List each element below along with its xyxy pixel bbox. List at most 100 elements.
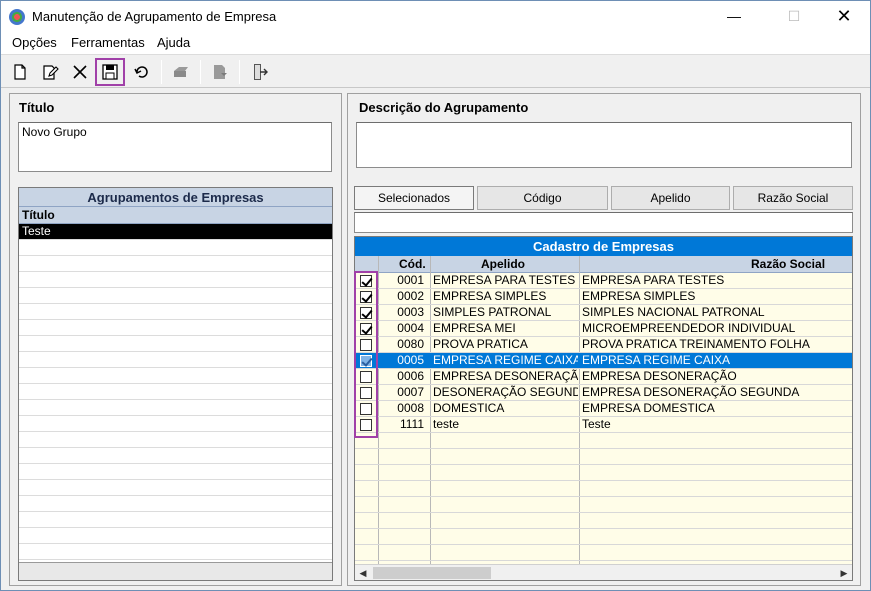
empty-row	[19, 448, 332, 464]
delete-icon	[73, 65, 87, 79]
descricao-input[interactable]	[356, 122, 852, 168]
maximize-button[interactable]: ☐	[771, 1, 817, 32]
grid-caption: Cadastro de Empresas	[355, 237, 852, 256]
cell-cod: 1111	[399, 417, 424, 431]
table-row[interactable]: 0001 EMPRESA PARA TESTES EMPRESA PARA TEST…	[355, 273, 852, 289]
empty-row	[19, 384, 332, 400]
close-button[interactable]: ✕	[821, 1, 867, 32]
empty-row	[19, 432, 332, 448]
menu-opcoes[interactable]: Opções	[12, 35, 57, 50]
empty-row	[19, 368, 332, 384]
search-input[interactable]	[354, 212, 853, 233]
scroll-right-icon[interactable]: ▶	[836, 565, 852, 580]
cell-razao-social: EMPRESA DESONERAÇÃO	[582, 369, 737, 383]
new-document-button[interactable]	[7, 59, 33, 85]
empty-row	[19, 496, 332, 512]
cell-cod: 0003	[397, 305, 424, 319]
cell-apelido: EMPRESA PARA TESTES	[433, 273, 576, 287]
checkbox-column-highlight	[354, 271, 378, 438]
exit-button[interactable]	[247, 59, 273, 85]
cell-cod: 0005	[397, 353, 424, 367]
window-title: Manutenção de Agrupamento de Empresa	[32, 9, 277, 24]
sort-codigo-button[interactable]: Código	[477, 186, 608, 210]
cell-razao-social: SIMPLES NACIONAL PATRONAL	[582, 305, 765, 319]
column-header-apelido[interactable]: Apelido	[481, 257, 525, 271]
sort-razao-social-button[interactable]: Razão Social	[733, 186, 853, 210]
empty-row	[355, 513, 852, 529]
table-row[interactable]: 0005 EMPRESA REGIME CAIXA EMPRESA REGIME C…	[355, 353, 852, 369]
empty-row	[355, 433, 852, 449]
cadastro-empresas-grid: Cadastro de Empresas Cód. Apelido Razão …	[354, 236, 853, 581]
table-row[interactable]: 0007 DESONERAÇÃO SEGUND. EMPRESA DESONERAÇ…	[355, 385, 852, 401]
menu-ajuda[interactable]: Ajuda	[157, 35, 190, 50]
cell-cod: 0006	[397, 369, 424, 383]
empty-row	[355, 481, 852, 497]
toolbar-separator	[239, 60, 240, 84]
undo-icon	[134, 66, 148, 78]
horizontal-scrollbar[interactable]: ◀ ▶	[355, 564, 852, 580]
cell-apelido: teste	[433, 417, 460, 431]
column-header-titulo[interactable]: Título	[19, 207, 332, 224]
table-row[interactable]: 0006 EMPRESA DESONERAÇÃO EMPRESA DESONERAÇ…	[355, 369, 852, 385]
cell-razao-social: EMPRESA DOMESTICA	[582, 401, 715, 415]
empty-row	[19, 272, 332, 288]
cell-razao-social: MICROEMPREENDEDOR INDIVIDUAL	[582, 321, 796, 335]
edit-icon	[43, 65, 59, 80]
empty-row	[19, 336, 332, 352]
edit-button[interactable]	[37, 59, 63, 85]
cell-apelido: PROVA PRATICA	[433, 337, 528, 351]
titulo-input[interactable]: Novo Grupo	[18, 122, 332, 172]
save-highlight	[95, 58, 125, 86]
cell-apelido: DESONERAÇÃO SEGUND.	[433, 385, 578, 399]
cell-razao-social: EMPRESA REGIME CAIXA	[582, 353, 731, 367]
cell-cod: 0008	[397, 401, 424, 415]
export-button[interactable]	[207, 59, 233, 85]
cell-cod: 0007	[397, 385, 424, 399]
cell-apelido: EMPRESA MEI	[433, 321, 516, 335]
table-row[interactable]: 0002 EMPRESA SIMPLES EMPRESA SIMPLES	[355, 289, 852, 305]
menu-ferramentas[interactable]: Ferramentas	[71, 35, 145, 50]
minimize-button[interactable]: —	[711, 1, 757, 32]
empty-row	[19, 320, 332, 336]
export-icon	[214, 65, 227, 79]
empty-row	[355, 545, 852, 561]
titulo-label: Título	[19, 100, 55, 115]
empty-row	[355, 449, 852, 465]
table-row[interactable]: 0080 PROVA PRATICA PROVA PRATICA TREINAMEN…	[355, 337, 852, 353]
exit-icon	[254, 64, 268, 80]
scroll-left-icon[interactable]: ◀	[355, 565, 371, 580]
empty-row	[19, 480, 332, 496]
toolbar-separator	[200, 60, 201, 84]
empty-row	[19, 528, 332, 544]
column-header-razao-social[interactable]: Razão Social	[751, 257, 825, 271]
cell-apelido: DOMESTICA	[433, 401, 505, 415]
undo-button[interactable]	[129, 59, 155, 85]
empty-row	[355, 529, 852, 545]
table-row[interactable]: 0003 SIMPLES PATRONAL SIMPLES NACIONAL PAT…	[355, 305, 852, 321]
menu-bar: Opções Ferramentas Ajuda	[1, 32, 870, 54]
empty-row	[19, 512, 332, 528]
print-button[interactable]	[168, 59, 194, 85]
table-row[interactable]: 0008 DOMESTICA EMPRESA DOMESTICA	[355, 401, 852, 417]
empty-row	[19, 304, 332, 320]
sort-apelido-button[interactable]: Apelido	[611, 186, 730, 210]
cell-apelido: SIMPLES PATRONAL	[433, 305, 552, 319]
main-window: Manutenção de Agrupamento de Empresa — ☐…	[0, 0, 871, 591]
empty-row	[355, 497, 852, 513]
empty-row	[19, 256, 332, 272]
grid-caption: Agrupamentos de Empresas	[19, 188, 332, 207]
sort-selecionados-button[interactable]: Selecionados	[354, 186, 474, 210]
table-row[interactable]: 1111 teste Teste	[355, 417, 852, 433]
empty-row	[19, 544, 332, 560]
print-icon	[174, 67, 188, 77]
agrupamentos-grid: Agrupamentos de Empresas Título Teste	[18, 187, 333, 581]
column-header-cod[interactable]: Cód.	[399, 257, 426, 271]
cell-apelido: EMPRESA DESONERAÇÃO	[433, 369, 578, 383]
table-row[interactable]: 0004 EMPRESA MEI MICROEMPREENDEDOR INDIVID…	[355, 321, 852, 337]
cell-razao-social: EMPRESA PARA TESTES	[582, 273, 725, 287]
table-row[interactable]: Teste	[19, 224, 332, 240]
descricao-label: Descrição do Agrupamento	[359, 100, 529, 115]
delete-button[interactable]	[67, 59, 93, 85]
empty-row	[19, 240, 332, 256]
scroll-thumb[interactable]	[373, 567, 491, 579]
